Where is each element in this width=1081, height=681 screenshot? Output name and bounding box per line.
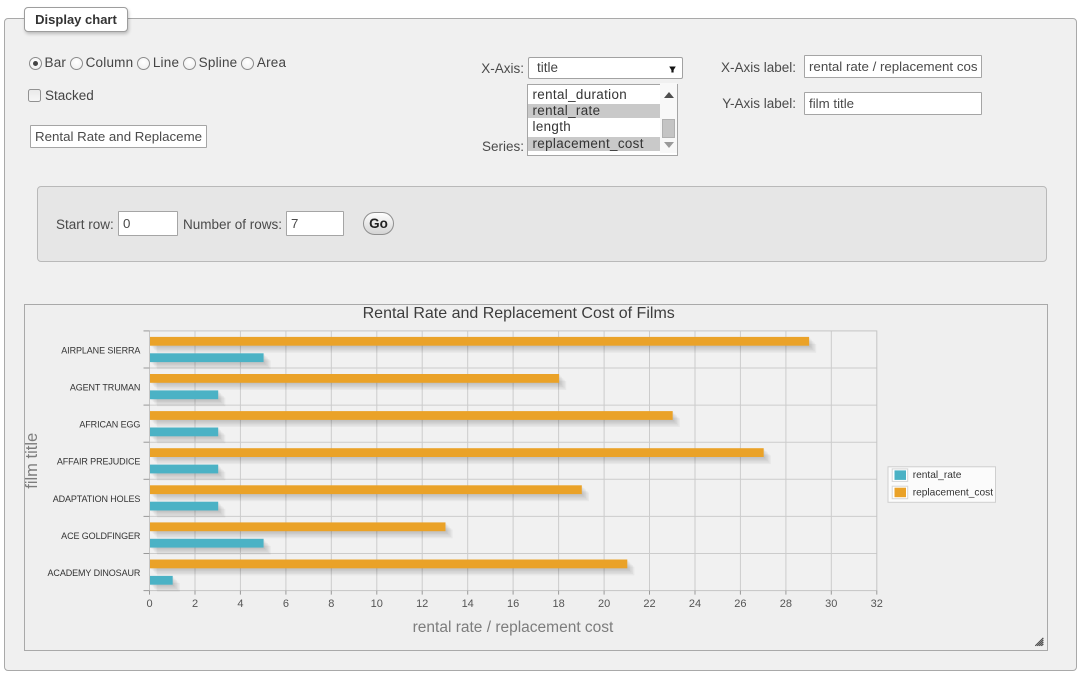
svg-text:22: 22 xyxy=(643,598,655,610)
svg-text:14: 14 xyxy=(462,598,474,610)
svg-text:32: 32 xyxy=(871,598,883,610)
svg-text:ACADEMY DINOSAUR: ACADEMY DINOSAUR xyxy=(48,568,141,578)
svg-text:20: 20 xyxy=(598,598,610,610)
svg-text:AFFAIR PREJUDICE: AFFAIR PREJUDICE xyxy=(57,457,141,467)
svg-text:ADAPTATION HOLES: ADAPTATION HOLES xyxy=(53,494,141,504)
svg-text:AIRPLANE SIERRA: AIRPLANE SIERRA xyxy=(61,345,140,355)
svg-text:28: 28 xyxy=(780,598,792,610)
svg-text:0: 0 xyxy=(146,598,152,610)
svg-text:30: 30 xyxy=(825,598,837,610)
svg-text:16: 16 xyxy=(507,598,519,610)
svg-text:Rental Rate and Replacement Co: Rental Rate and Replacement Cost of Film… xyxy=(363,305,675,322)
svg-text:rental_rate: rental_rate xyxy=(913,470,962,481)
svg-text:18: 18 xyxy=(552,598,564,610)
svg-text:AGENT TRUMAN: AGENT TRUMAN xyxy=(70,383,140,393)
svg-text:8: 8 xyxy=(328,598,334,610)
svg-text:AFRICAN EGG: AFRICAN EGG xyxy=(79,420,140,430)
svg-text:6: 6 xyxy=(283,598,289,610)
svg-text:rental rate / replacement cost: rental rate / replacement cost xyxy=(413,619,614,636)
svg-text:2: 2 xyxy=(192,598,198,610)
svg-text:24: 24 xyxy=(689,598,701,610)
svg-text:12: 12 xyxy=(416,598,428,610)
svg-text:film title: film title xyxy=(23,433,41,489)
svg-text:26: 26 xyxy=(734,598,746,610)
svg-text:4: 4 xyxy=(237,598,243,610)
svg-text:ACE GOLDFINGER: ACE GOLDFINGER xyxy=(61,531,141,541)
svg-text:10: 10 xyxy=(371,598,383,610)
svg-text:replacement_cost: replacement_cost xyxy=(913,487,994,498)
